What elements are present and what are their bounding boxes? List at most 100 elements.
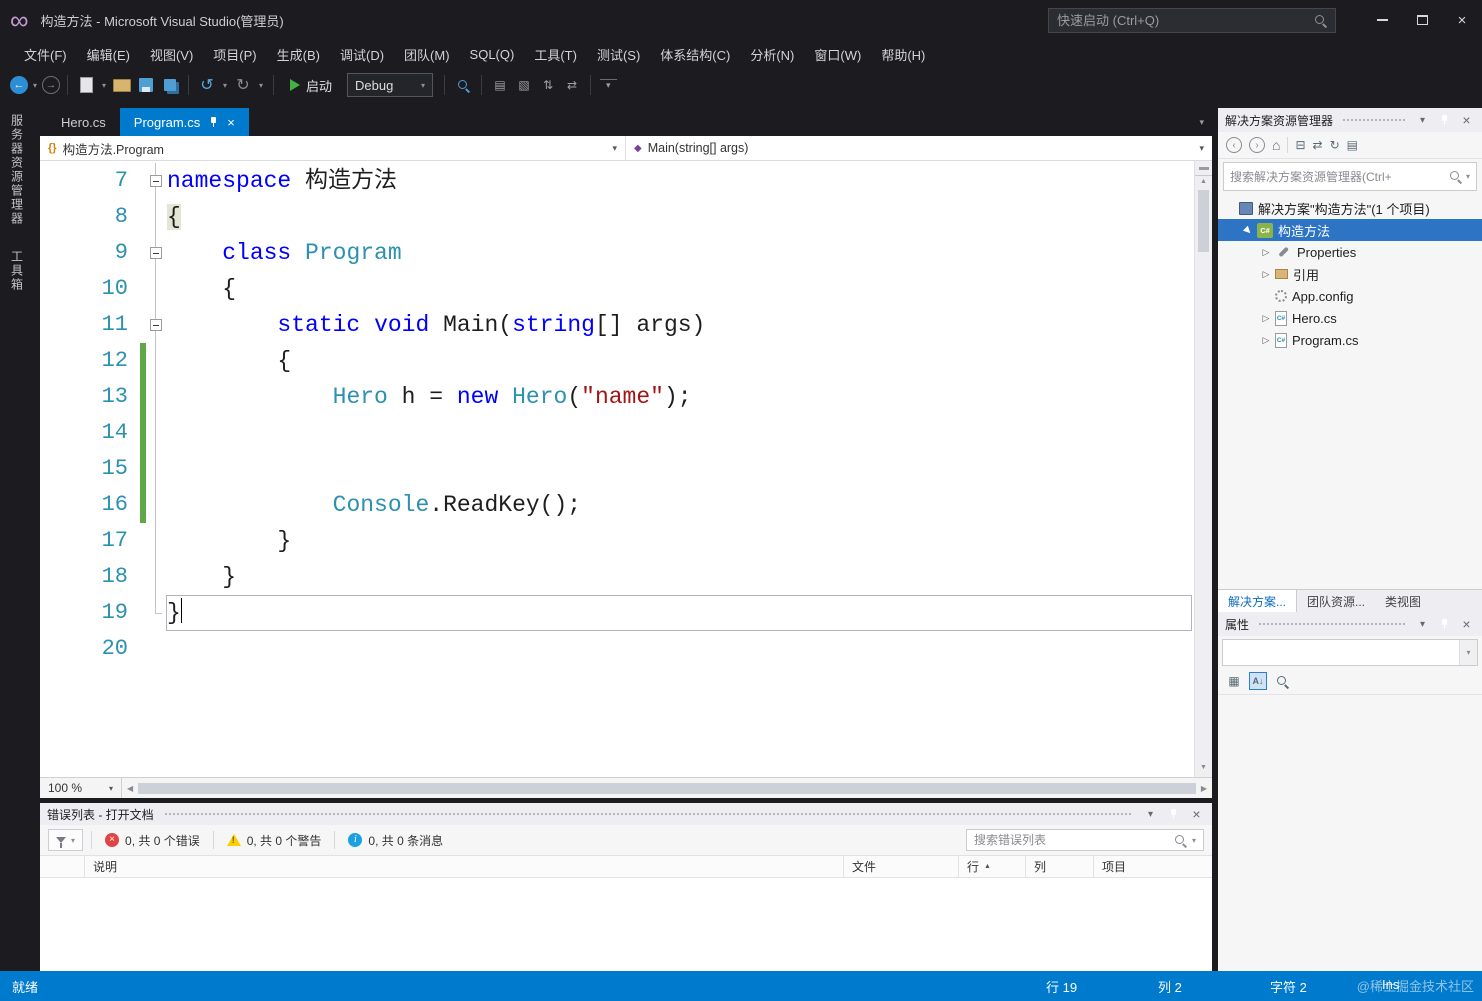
collapse-all-icon[interactable]: ⊟: [1295, 138, 1305, 152]
search-properties-icon[interactable]: [1273, 672, 1291, 690]
collapse-box-icon[interactable]: [150, 319, 162, 331]
menu-item-edit[interactable]: 编辑(E): [77, 41, 140, 68]
code-text[interactable]: namespace 构造方法: [166, 163, 1192, 199]
error-list-search-input[interactable]: [974, 833, 1169, 847]
close-icon[interactable]: ×: [1458, 616, 1475, 633]
menu-item-architecture[interactable]: 体系结构(C): [650, 41, 740, 68]
code-line-19[interactable]: 19}: [40, 595, 1212, 631]
tree-item-csfile-5[interactable]: ▷ C# Hero.cs: [1218, 307, 1482, 329]
home-icon[interactable]: ⌂: [1272, 137, 1280, 153]
tab-program-cs[interactable]: Program.cs ×: [119, 108, 249, 136]
close-icon[interactable]: ×: [1458, 112, 1475, 129]
column-file[interactable]: 文件: [844, 856, 959, 877]
tab-class-view[interactable]: 类视图: [1375, 590, 1431, 612]
close-button[interactable]: ×: [1442, 0, 1482, 40]
refresh-icon[interactable]: ↻: [1330, 138, 1340, 152]
menu-item-file[interactable]: 文件(F): [14, 41, 77, 68]
menu-item-build[interactable]: 生成(B): [267, 41, 330, 68]
scroll-left-icon[interactable]: ◀: [122, 784, 138, 793]
vertical-scrollbar[interactable]: ▲ ▼: [1194, 161, 1212, 777]
pin-icon[interactable]: [1436, 112, 1453, 129]
tree-item-config-4[interactable]: App.config: [1218, 285, 1482, 307]
tree-collapsed-arrow-icon[interactable]: ▷: [1258, 313, 1274, 324]
tab-solution-explorer[interactable]: 解决方案...: [1218, 590, 1298, 612]
error-list-search-box[interactable]: ▾: [966, 829, 1204, 851]
tree-item-csproject-1[interactable]: ▶ C# 构造方法: [1218, 219, 1482, 241]
back-icon[interactable]: ‹: [1226, 137, 1242, 153]
switch-panes-icon[interactable]: ⇄: [561, 74, 583, 96]
tab-list-chevron-icon[interactable]: ▾: [1191, 117, 1212, 128]
code-line-16[interactable]: 16 Console.ReadKey();: [40, 487, 1212, 523]
code-text[interactable]: {: [166, 271, 1192, 307]
sort-alphabetical-icon[interactable]: A↓: [1249, 672, 1267, 690]
column-line[interactable]: 行 ▲: [959, 856, 1026, 877]
code-line-7[interactable]: 7 namespace 构造方法: [40, 163, 1212, 199]
quick-launch-box[interactable]: [1048, 7, 1336, 33]
solution-configuration-dropdown[interactable]: Debug ▾: [347, 73, 434, 97]
menu-item-tools[interactable]: 工具(T): [524, 41, 587, 68]
tree-item-references-3[interactable]: ▷ 引用: [1218, 263, 1482, 285]
type-dropdown[interactable]: {} 构造方法.Program ▾: [40, 136, 626, 160]
show-all-files-icon[interactable]: ▤: [1347, 138, 1358, 152]
menu-item-view[interactable]: 视图(V): [140, 41, 203, 68]
scroll-right-icon[interactable]: ▶: [1196, 784, 1212, 793]
undo-icon[interactable]: ↺: [196, 74, 218, 96]
code-text[interactable]: {: [166, 199, 1192, 235]
window-position-chevron-icon[interactable]: ▾: [1142, 806, 1159, 823]
menu-item-help[interactable]: 帮助(H): [871, 41, 935, 68]
document-outline-icon[interactable]: ▤: [489, 74, 511, 96]
solution-explorer-search-input[interactable]: [1230, 169, 1445, 184]
new-file-icon[interactable]: [75, 74, 97, 96]
column-icon[interactable]: [40, 856, 85, 877]
split-editor-handle[interactable]: [1195, 161, 1212, 176]
code-text[interactable]: {: [166, 343, 1192, 379]
compare-files-icon[interactable]: ▧: [513, 74, 535, 96]
maximize-button[interactable]: [1402, 0, 1442, 40]
menu-item-test[interactable]: 测试(S): [587, 41, 650, 68]
scroll-up-icon[interactable]: ▲: [1200, 176, 1207, 188]
scroll-down-icon[interactable]: ▼: [1200, 762, 1207, 774]
save-all-icon[interactable]: [159, 74, 181, 96]
tree-item-csfile-6[interactable]: ▷ C# Program.cs: [1218, 329, 1482, 351]
code-text[interactable]: }: [166, 523, 1192, 559]
solution-explorer-title-bar[interactable]: 解决方案资源管理器 ▾ ×: [1218, 108, 1482, 132]
window-position-chevron-icon[interactable]: ▾: [1414, 616, 1431, 633]
code-line-8[interactable]: 8{: [40, 199, 1212, 235]
code-text[interactable]: }: [166, 595, 1192, 631]
sidebar-tab-toolbox[interactable]: 工具箱: [9, 250, 26, 292]
find-in-files-icon[interactable]: [452, 74, 474, 96]
window-position-chevron-icon[interactable]: ▾: [1414, 112, 1431, 129]
tree-item-solution-0[interactable]: 解决方案"构造方法"(1 个项目): [1218, 197, 1482, 219]
properties-title-bar[interactable]: 属性 ▾ ×: [1218, 612, 1482, 636]
new-file-chevron-icon[interactable]: ▾: [99, 81, 109, 90]
tab-hero-cs[interactable]: Hero.cs: [47, 108, 120, 136]
code-line-20[interactable]: 20: [40, 631, 1212, 667]
drag-handle[interactable]: [163, 811, 1132, 817]
pin-icon[interactable]: [1436, 616, 1453, 633]
code-line-17[interactable]: 17 }: [40, 523, 1212, 559]
close-icon[interactable]: ×: [1188, 806, 1205, 823]
navigate-backward-icon[interactable]: ←: [10, 76, 28, 94]
tree-item-properties-2[interactable]: ▷ Properties: [1218, 241, 1482, 263]
navigate-forward-icon[interactable]: →: [42, 76, 60, 94]
column-column[interactable]: 列: [1026, 856, 1094, 877]
code-text[interactable]: [166, 415, 1192, 451]
code-text[interactable]: [166, 451, 1192, 487]
code-line-18[interactable]: 18 }: [40, 559, 1212, 595]
drag-handle[interactable]: [1258, 621, 1405, 627]
code-text[interactable]: [166, 631, 1192, 667]
open-file-icon[interactable]: [111, 74, 133, 96]
zoom-dropdown[interactable]: 100 % ▾: [40, 778, 122, 798]
tree-expanded-arrow-icon[interactable]: ▶: [1238, 220, 1257, 239]
navigate-backward-chevron-icon[interactable]: ▾: [30, 81, 40, 90]
minimize-button[interactable]: [1362, 0, 1402, 40]
collapse-box-icon[interactable]: [150, 175, 162, 187]
horizontal-scroll-thumb[interactable]: [138, 782, 1196, 794]
menu-item-debug[interactable]: 调试(D): [330, 41, 394, 68]
undo-chevron-icon[interactable]: ▾: [220, 81, 230, 90]
pin-icon[interactable]: [208, 116, 219, 129]
fold-collapse-icon[interactable]: [146, 235, 166, 271]
tab-team-explorer[interactable]: 团队资源...: [1297, 590, 1375, 612]
drag-handle[interactable]: [1342, 117, 1405, 123]
chevron-down-button[interactable]: ▾: [1459, 640, 1477, 665]
